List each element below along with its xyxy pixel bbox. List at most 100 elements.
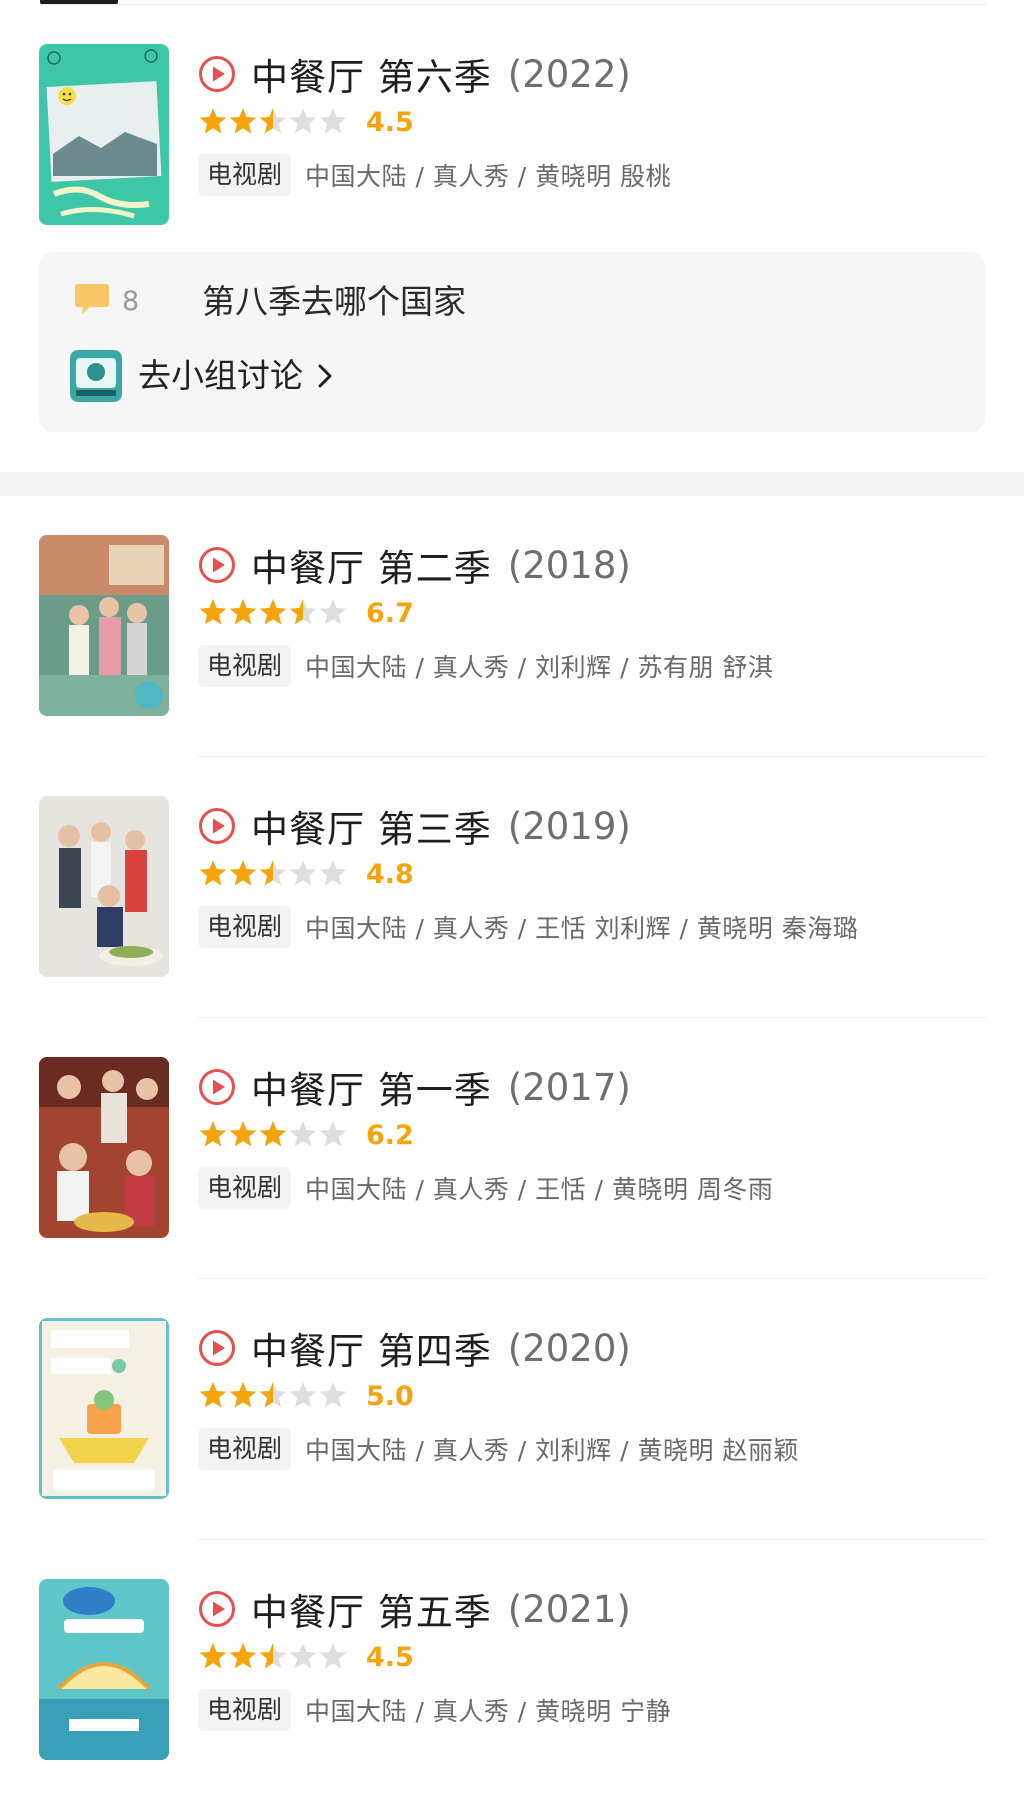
- star-filled: [259, 1121, 287, 1147]
- show-year: (2022): [507, 52, 631, 96]
- star-filled: [199, 599, 227, 625]
- star-filled: [199, 1121, 227, 1147]
- show-meta: 中国大陆 / 真人秀 / 刘利辉 / 苏有朋 舒淇: [305, 653, 774, 682]
- section-separator: [0, 472, 1024, 496]
- show-meta: 中国大陆 / 真人秀 / 王恬 / 黄晓明 周冬雨: [305, 1175, 774, 1204]
- rating-row: 6.7: [198, 597, 414, 629]
- rating-score: 4.8: [366, 858, 414, 890]
- show-title[interactable]: 中餐厅 第六季: [251, 47, 492, 101]
- poster-thumbnail[interactable]: [39, 535, 169, 716]
- star-empty: [319, 108, 347, 134]
- star-empty: [319, 1643, 347, 1669]
- star-rating-icon: [199, 1121, 347, 1147]
- group-discussion-link[interactable]: 去小组讨论: [138, 353, 333, 399]
- play-circle-icon[interactable]: [198, 807, 236, 845]
- rating-row: 5.0: [198, 1380, 414, 1412]
- star-filled: [229, 860, 257, 886]
- group-avatar[interactable]: [70, 350, 122, 402]
- poster-season-1-image: [39, 1057, 169, 1238]
- star-filled: [229, 1121, 257, 1147]
- star-empty: [319, 1382, 347, 1408]
- show-item-season-4[interactable]: 中餐厅 第四季 (2020) 5.0 电视剧 中国大陆 / 真人秀 / 刘利辉 …: [0, 1318, 1024, 1508]
- poster-thumbnail[interactable]: [39, 1057, 169, 1238]
- star-filled: [229, 108, 257, 134]
- rating-score: 4.5: [366, 106, 414, 138]
- group-link-label: 去小组讨论: [138, 356, 303, 395]
- play-circle-icon[interactable]: [198, 55, 236, 93]
- show-meta: 中国大陆 / 真人秀 / 黄晓明 殷桃: [305, 162, 672, 191]
- play-circle-icon[interactable]: [198, 1329, 236, 1367]
- star-empty: [289, 1643, 317, 1669]
- play-circle-icon[interactable]: [198, 1068, 236, 1106]
- star-filled: [229, 1643, 257, 1669]
- poster-thumbnail[interactable]: [39, 1579, 169, 1760]
- type-tag: 电视剧: [198, 154, 292, 196]
- item-divider: [198, 1539, 986, 1540]
- star-rating-icon: [199, 108, 347, 134]
- rating-score: 6.7: [366, 597, 414, 629]
- rating-score: 6.2: [366, 1119, 414, 1151]
- rating-row: 6.2: [198, 1119, 414, 1151]
- comment-count: 8: [122, 286, 140, 317]
- star-filled: [229, 1382, 257, 1408]
- show-title[interactable]: 中餐厅 第四季: [251, 1321, 492, 1375]
- discussion-card[interactable]: 8 第八季去哪个国家 去小组讨论: [38, 252, 986, 432]
- poster-season-4-image: [39, 1318, 169, 1499]
- rating-row: 4.5: [198, 1641, 414, 1673]
- poster-season-3-image: [39, 796, 169, 977]
- show-item-season-3[interactable]: 中餐厅 第三季 (2019) 4.8 电视剧 中国大陆 / 真人秀 / 王恬 刘…: [0, 796, 1024, 986]
- star-empty: [319, 599, 347, 625]
- star-filled: [199, 860, 227, 886]
- show-year: (2021): [507, 1587, 631, 1631]
- poster-season-5-image: [39, 1579, 169, 1760]
- star-empty: [289, 1121, 317, 1147]
- play-circle-icon[interactable]: [198, 546, 236, 584]
- discussion-topic[interactable]: 第八季去哪个国家: [202, 280, 466, 324]
- star-filled: [199, 1382, 227, 1408]
- star-rating-icon: [199, 599, 347, 625]
- rating-row: 4.5: [198, 106, 414, 138]
- show-item-season-1[interactable]: 中餐厅 第一季 (2017) 6.2 电视剧 中国大陆 / 真人秀 / 王恬 /…: [0, 1057, 1024, 1247]
- rating-row: 4.8: [198, 858, 414, 890]
- item-divider: [198, 1278, 986, 1279]
- type-tag: 电视剧: [198, 1428, 292, 1470]
- show-title[interactable]: 中餐厅 第三季: [251, 799, 492, 853]
- star-empty: [289, 1382, 317, 1408]
- chevron-right-icon: [318, 364, 332, 388]
- star-empty: [289, 108, 317, 134]
- star-filled: [229, 599, 257, 625]
- star-empty: [319, 860, 347, 886]
- star-filled: [199, 1643, 227, 1669]
- play-circle-icon[interactable]: [198, 1590, 236, 1628]
- show-item-season-5[interactable]: 中餐厅 第五季 (2021) 4.5 电视剧 中国大陆 / 真人秀 / 黄晓明 …: [0, 1579, 1024, 1769]
- star-rating-icon: [199, 1382, 347, 1408]
- type-tag: 电视剧: [198, 1689, 292, 1731]
- show-meta: 中国大陆 / 真人秀 / 黄晓明 宁静: [305, 1697, 672, 1726]
- star-filled: [259, 599, 287, 625]
- star-empty: [289, 860, 317, 886]
- type-tag: 电视剧: [198, 1167, 292, 1209]
- show-title[interactable]: 中餐厅 第一季: [251, 1060, 492, 1114]
- show-item-season-2[interactable]: 中餐厅 第二季 (2018) 6.7 电视剧 中国大陆 / 真人秀 / 刘利辉 …: [0, 535, 1024, 725]
- star-empty: [319, 1121, 347, 1147]
- show-meta: 中国大陆 / 真人秀 / 王恬 刘利辉 / 黄晓明 秦海璐: [305, 914, 859, 943]
- show-year: (2017): [507, 1065, 631, 1109]
- item-divider: [198, 756, 986, 757]
- show-title[interactable]: 中餐厅 第五季: [251, 1582, 492, 1636]
- rating-score: 5.0: [366, 1380, 414, 1412]
- poster-thumbnail[interactable]: [39, 44, 169, 225]
- poster-thumbnail[interactable]: [39, 1318, 169, 1499]
- poster-season-6-image: [39, 44, 169, 225]
- star-rating-icon: [199, 1643, 347, 1669]
- show-year: (2018): [507, 543, 631, 587]
- group-avatar-icon: [70, 350, 122, 402]
- poster-thumbnail[interactable]: [39, 796, 169, 977]
- poster-season-2-image: [39, 535, 169, 716]
- show-year: (2020): [507, 1326, 631, 1370]
- show-item-season-6[interactable]: 中餐厅 第六季 (2022) 4.5 电视剧 中国大陆 / 真人秀 / 黄晓明 …: [0, 44, 1024, 234]
- star-rating-icon: [199, 860, 347, 886]
- speech-bubble-icon: [75, 284, 109, 314]
- show-title[interactable]: 中餐厅 第二季: [251, 538, 492, 592]
- top-divider: [40, 4, 986, 5]
- show-meta: 中国大陆 / 真人秀 / 刘利辉 / 黄晓明 赵丽颖: [305, 1436, 799, 1465]
